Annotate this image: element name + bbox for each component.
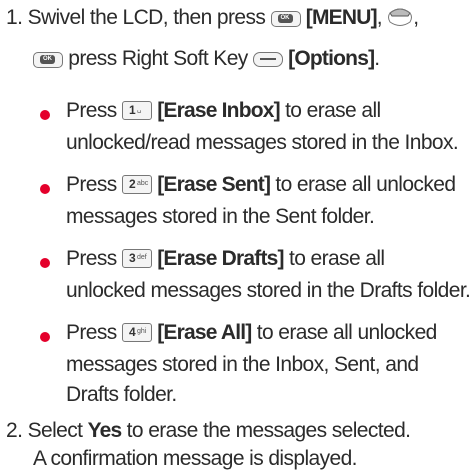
erase-sent-label: [Erase Sent]: [157, 173, 271, 196]
bullet-3-press: Press: [66, 247, 117, 270]
options-label: [Options]: [288, 47, 375, 70]
bullet-1-line-1: Press 1 ␣ [Erase Inbox] to erase all: [66, 98, 381, 124]
bullet-dot-2: [40, 184, 50, 194]
key-1-icon: 1 ␣: [121, 101, 152, 120]
step-2-number: 2.: [6, 419, 23, 442]
ok-key-glyph: OK: [277, 14, 293, 23]
step-1-line-1: 1. Swivel the LCD, then press OK [MENU],…: [6, 4, 419, 31]
yes-label: Yes: [87, 419, 123, 442]
bullet-dot-3: [40, 258, 50, 268]
step-2-line-2: A confirmation message is displayed.: [33, 447, 358, 470]
erase-inbox-label: [Erase Inbox]: [157, 99, 280, 122]
step-1-comma-1: ,: [376, 6, 383, 29]
step-1-text-swivel: Swivel the LCD, then press: [27, 6, 266, 29]
bullet-1-rest: to erase all: [279, 99, 381, 122]
ok-key-glyph-2: OK: [40, 55, 55, 64]
bullet-2-line-1: Press 2 abc [Erase Sent] to erase all unl…: [66, 172, 456, 198]
step-1-comma-2: ,: [413, 6, 419, 29]
bullet-3-line-2: unlocked messages stored in the Drafts f…: [66, 279, 471, 302]
bullet-2-line-2: messages stored in the Sent folder.: [66, 205, 375, 228]
step-1-period: .: [374, 47, 380, 70]
ok-key-icon: OK: [270, 11, 301, 27]
right-soft-key-icon: [252, 52, 283, 67]
key-4-icon: 4 ghi: [121, 323, 152, 342]
bullet-1-line-2: unlocked/read messages stored in the Inb…: [66, 131, 459, 154]
erase-drafts-label: [Erase Drafts]: [157, 247, 284, 270]
bullet-3-line-1: Press 3 def [Erase Drafts] to erase all: [66, 246, 385, 272]
bullet-dot-4: [40, 332, 50, 342]
bullet-3-rest: to erase all: [283, 247, 385, 270]
erase-all-label: [Erase All]: [157, 321, 252, 344]
step-2-line-1: 2. Select Yes to erase the messages sele…: [6, 418, 411, 444]
step-2-select: Select: [27, 419, 83, 442]
bullet-2-press: Press: [66, 173, 117, 196]
navigation-key-up-icon: [388, 8, 413, 26]
step-2-text: to erase the messages selected.: [126, 419, 411, 442]
bullet-4-press: Press: [66, 321, 117, 344]
bullet-4-rest: to erase all unlocked: [251, 321, 438, 344]
step-1-line-2: OK press Right Soft Key [Options].: [33, 46, 380, 72]
key-2-icon: 2 abc: [121, 175, 152, 194]
bullet-4-line-3: Drafts folder.: [66, 383, 177, 406]
step-1-number: 1.: [6, 6, 23, 29]
bullet-1-press: Press: [66, 99, 117, 122]
bullet-dot-1: [40, 110, 50, 120]
step-1-text-right-soft-key: press Right Soft Key: [68, 47, 248, 70]
bullet-4-line-2: messages stored in the Inbox, Sent, and: [66, 353, 419, 376]
ok-key-icon-2: OK: [33, 52, 63, 68]
key-3-icon: 3 def: [121, 249, 152, 268]
manual-page: 1. Swivel the LCD, then press OK [MENU],…: [0, 0, 476, 475]
bullet-4-line-1: Press 4 ghi [Erase All] to erase all unlo…: [66, 320, 437, 346]
menu-label: [MENU]: [305, 6, 378, 29]
bullet-2-rest: to erase all unlocked: [270, 173, 456, 196]
